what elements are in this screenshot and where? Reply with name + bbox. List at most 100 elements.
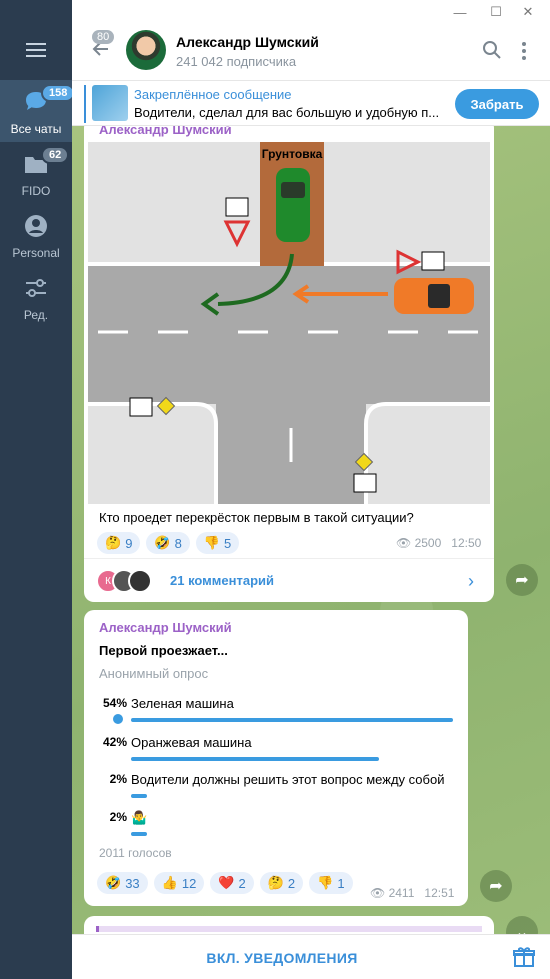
reaction-button[interactable]: 👎 5 <box>195 532 240 554</box>
hamburger-icon <box>26 39 46 61</box>
sidebar-item-label: FIDO <box>21 184 51 198</box>
reaction-button[interactable]: 🤔 2 <box>259 872 304 894</box>
chats-icon: 158 <box>21 84 76 116</box>
poll-option-percent: 54% <box>102 696 127 710</box>
poll-option-percent: 2% <box>109 772 127 786</box>
thinking-emoji-icon: 🤔 <box>105 535 122 550</box>
poll-votes: 2011 голосов <box>99 846 172 860</box>
poll-option-percent: 42% <box>102 735 127 749</box>
reaction-button[interactable]: 🤔 9 <box>97 532 141 554</box>
search-icon <box>483 41 501 59</box>
chosen-check-icon <box>111 712 125 726</box>
close-window-button[interactable]: ✕ <box>516 0 540 24</box>
sidebar-item-label: Ред. <box>23 308 49 322</box>
sidebar-item-edit[interactable]: Ред. <box>0 266 72 328</box>
enable-notifications-button[interactable]: ВКЛ. УВЕДОМЛЕНИЯ <box>72 935 492 979</box>
gift-button[interactable] <box>512 945 536 969</box>
scroll-down-button[interactable]: ⌄ <box>506 916 538 934</box>
views-icon: 👁 <box>396 536 412 550</box>
reaction-count: 9 <box>125 535 133 551</box>
dirt-road-label: Грунтовка <box>262 147 323 161</box>
reaction-count: 2 <box>287 875 296 891</box>
channel-post[interactable] <box>84 916 494 934</box>
poll-option[interactable]: 2% 🤷‍♂️ <box>99 810 459 848</box>
pinned-title: Закреплённое сообщение <box>134 87 292 102</box>
reaction-button[interactable]: 👎 1 <box>309 872 353 894</box>
subscriber-count: 241 042 подписчика <box>176 54 297 69</box>
reaction-button[interactable]: 🤣 8 <box>146 532 190 554</box>
sidebar-item-fido[interactable]: 62 FIDO <box>0 142 72 204</box>
edit-filters-icon <box>21 274 51 302</box>
post-author[interactable]: Александр Шумский <box>99 620 232 635</box>
rofl-emoji-icon: 🤣 <box>154 535 171 550</box>
view-count: 2411 <box>388 886 415 900</box>
reaction-count: 12 <box>181 875 197 891</box>
sidebar-item-label: Personal <box>12 246 60 260</box>
post-caption: Кто проедет перекрёсток первым в такой с… <box>99 510 414 525</box>
chat-header: 80 Александр Шумский 241 042 подписчика <box>72 24 550 80</box>
poll-option[interactable]: 2% Водители должны решить этот вопрос ме… <box>99 772 459 810</box>
reaction-button[interactable]: ❤️ 2 <box>210 872 254 894</box>
gift-icon <box>513 947 535 967</box>
poll-type: Анонимный опрос <box>99 666 209 681</box>
forward-button[interactable]: ➦ <box>480 870 512 902</box>
comments-button[interactable]: К 21 комментарий › <box>84 558 494 602</box>
heart-emoji-icon: ❤️ <box>218 875 235 890</box>
post-time: 12:51 <box>424 886 455 900</box>
person-icon <box>21 212 51 240</box>
channel-avatar[interactable] <box>126 30 166 70</box>
channel-post[interactable]: Александр Шумский Грунтовка Кто проедет … <box>84 126 494 602</box>
reaction-button[interactable]: 👍 12 <box>153 872 205 894</box>
minimize-button[interactable]: — <box>448 0 472 24</box>
pinned-action-button[interactable]: Забрать <box>455 89 539 119</box>
channel-bottom-bar: ВКЛ. УВЕДОМЛЕНИЯ <box>72 934 550 979</box>
reaction-button[interactable]: 🤣 33 <box>97 872 148 894</box>
poll-question: Первой проезжает... <box>99 643 228 658</box>
post-image[interactable]: Грунтовка <box>88 142 490 504</box>
pinned-thumbnail <box>92 85 128 121</box>
reactions: 🤣 33 👍 12 ❤️ 2 🤔 2 👎 1 <box>97 872 353 894</box>
poll-option-text: 🤷‍♂️ <box>131 810 148 825</box>
chat-history[interactable]: Александр Шумский Грунтовка Кто проедет … <box>72 126 550 934</box>
poll-option-text: Зеленая машина <box>131 696 234 711</box>
back-unread-count: 80 <box>92 30 115 44</box>
poll-option[interactable]: 54% Зеленая машина <box>99 696 459 734</box>
sidebar-item-all-chats[interactable]: 158 Все чаты <box>0 80 76 142</box>
poll-post[interactable]: Александр Шумский Первой проезжает... Ан… <box>84 610 468 906</box>
poll-option-text: Водители должны решить этот вопрос между… <box>131 772 445 787</box>
reaction-count: 2 <box>238 875 246 891</box>
thumbs-up-emoji-icon: 👍 <box>161 875 178 890</box>
folder-icon: 62 <box>21 146 70 178</box>
unread-badge: 158 <box>41 84 76 102</box>
avatar <box>128 569 152 593</box>
thumbs-down-emoji-icon: 👎 <box>203 535 221 550</box>
folders-sidebar: 158 Все чаты 62 FIDO Personal Ред. <box>0 0 76 979</box>
reaction-count: 33 <box>125 875 140 891</box>
poll-option-bar <box>131 757 379 761</box>
reactions: 🤔 9 🤣 8 👎 5 <box>97 532 240 554</box>
search-button[interactable] <box>482 40 502 60</box>
pinned-message[interactable]: Закреплённое сообщение Водители, сделал … <box>72 80 550 126</box>
comments-count: 21 комментарий <box>170 573 275 588</box>
post-meta: 👁 2500 12:50 <box>396 536 481 550</box>
sidebar-item-label: Все чаты <box>10 122 62 136</box>
main-menu-button[interactable] <box>0 20 72 80</box>
more-menu-button[interactable] <box>518 40 530 62</box>
poll-option-bar <box>131 718 453 722</box>
poll-option-text: Оранжевая машина <box>131 735 252 750</box>
reaction-count: 8 <box>174 535 182 551</box>
view-count: 2500 <box>414 536 442 550</box>
channel-title[interactable]: Александр Шумский <box>176 34 319 50</box>
chevron-down-icon: ⌄ <box>515 924 529 934</box>
poll-option[interactable]: 42% Оранжевая машина <box>99 735 459 773</box>
poll-option-bar <box>131 832 147 836</box>
maximize-button[interactable]: ☐ <box>484 0 508 24</box>
post-preview <box>96 926 482 932</box>
poll-option-percent: 2% <box>109 810 127 824</box>
commenter-avatars: К <box>96 569 162 593</box>
reaction-count: 1 <box>337 875 345 891</box>
post-author[interactable]: Александр Шумский <box>99 126 232 137</box>
forward-button[interactable]: ➦ <box>506 564 538 596</box>
sidebar-item-personal[interactable]: Personal <box>0 204 72 266</box>
share-arrow-icon: ➦ <box>489 878 503 895</box>
